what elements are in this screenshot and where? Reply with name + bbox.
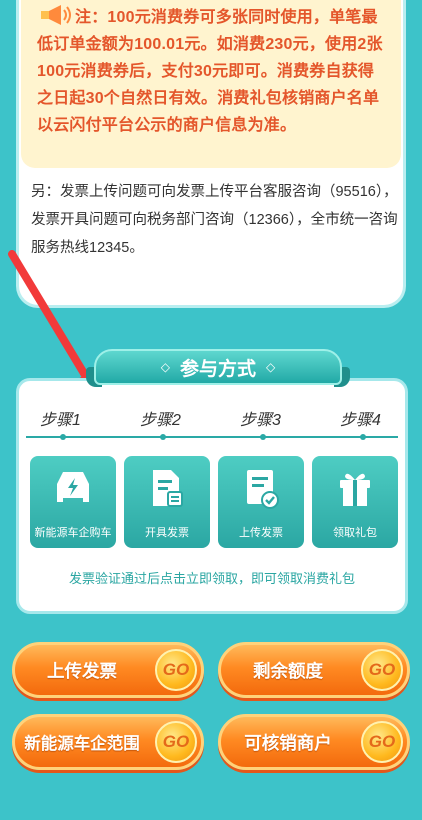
go-icon: GO — [361, 649, 403, 691]
gift-icon — [340, 473, 370, 506]
step-dot — [60, 434, 66, 440]
step-1-label: 步骤1 — [40, 412, 81, 429]
megaphone-icon — [41, 5, 71, 25]
diamond-icon: ◇ — [160, 360, 170, 374]
step-dot — [160, 434, 166, 440]
go-icon: GO — [155, 649, 197, 691]
tile-label: 开具发票 — [145, 527, 189, 539]
note-text: 注：100元消费券可多张同时使用，单笔最低订单金额为100.01元。如消费230… — [37, 4, 387, 139]
tile-ev-car-purchase: 新能源车企购车 — [30, 456, 116, 548]
ev-car-icon — [57, 472, 89, 502]
button-label: 新能源车企范围 — [24, 735, 140, 753]
step-dot — [360, 434, 366, 440]
go-icon: GO — [155, 721, 197, 763]
tile-upload-invoice: 上传发票 — [218, 456, 304, 548]
diamond-icon: ◇ — [266, 360, 276, 374]
button-label: 剩余额度 — [253, 660, 323, 681]
section-title-banner: ◇ 参与方式 ◇ — [86, 345, 350, 389]
step-3-label: 步骤3 — [240, 412, 281, 429]
tile-label: 上传发票 — [239, 527, 283, 539]
upload-invoice-button[interactable]: 上传发票 GO — [12, 642, 204, 698]
redeemable-merchants-button[interactable]: 可核销商户 GO — [218, 714, 410, 770]
step-4-label: 步骤4 — [340, 412, 381, 429]
ev-makers-scope-button[interactable]: 新能源车企范围 GO — [12, 714, 204, 770]
tile-claim-gift: 领取礼包 — [312, 456, 398, 548]
note-label: 注： — [75, 9, 108, 26]
steps-row: 步骤1 步骤2 步骤3 步骤4 — [22, 406, 392, 430]
step-2-label: 步骤2 — [140, 412, 181, 429]
note-body: 100元消费券可多张同时使用，单笔最低订单金额为100.01元。如消费230元，… — [37, 9, 383, 134]
note-box: 注：100元消费券可多张同时使用，单笔最低订单金额为100.01元。如消费230… — [21, 0, 401, 168]
claim-hint-text: 发票验证通过后点击立即领取，即可领取消费礼包 — [68, 571, 355, 586]
tile-issue-invoice: 开具发票 — [124, 456, 210, 548]
section-title: ◇ 参与方式 ◇ — [94, 349, 342, 385]
upload-invoice-icon — [247, 470, 279, 509]
step-dot — [260, 434, 266, 440]
button-label: 上传发票 — [47, 660, 117, 681]
tile-label: 新能源车企购车 — [34, 527, 112, 539]
section-title-text: 参与方式 — [179, 358, 256, 380]
go-icon: GO — [361, 721, 403, 763]
invoice-icon — [153, 470, 183, 507]
button-label: 可核销商户 — [244, 732, 332, 753]
step-line — [26, 436, 398, 438]
tile-label: 领取礼包 — [333, 527, 377, 539]
remaining-quota-button[interactable]: 剩余额度 GO — [218, 642, 410, 698]
